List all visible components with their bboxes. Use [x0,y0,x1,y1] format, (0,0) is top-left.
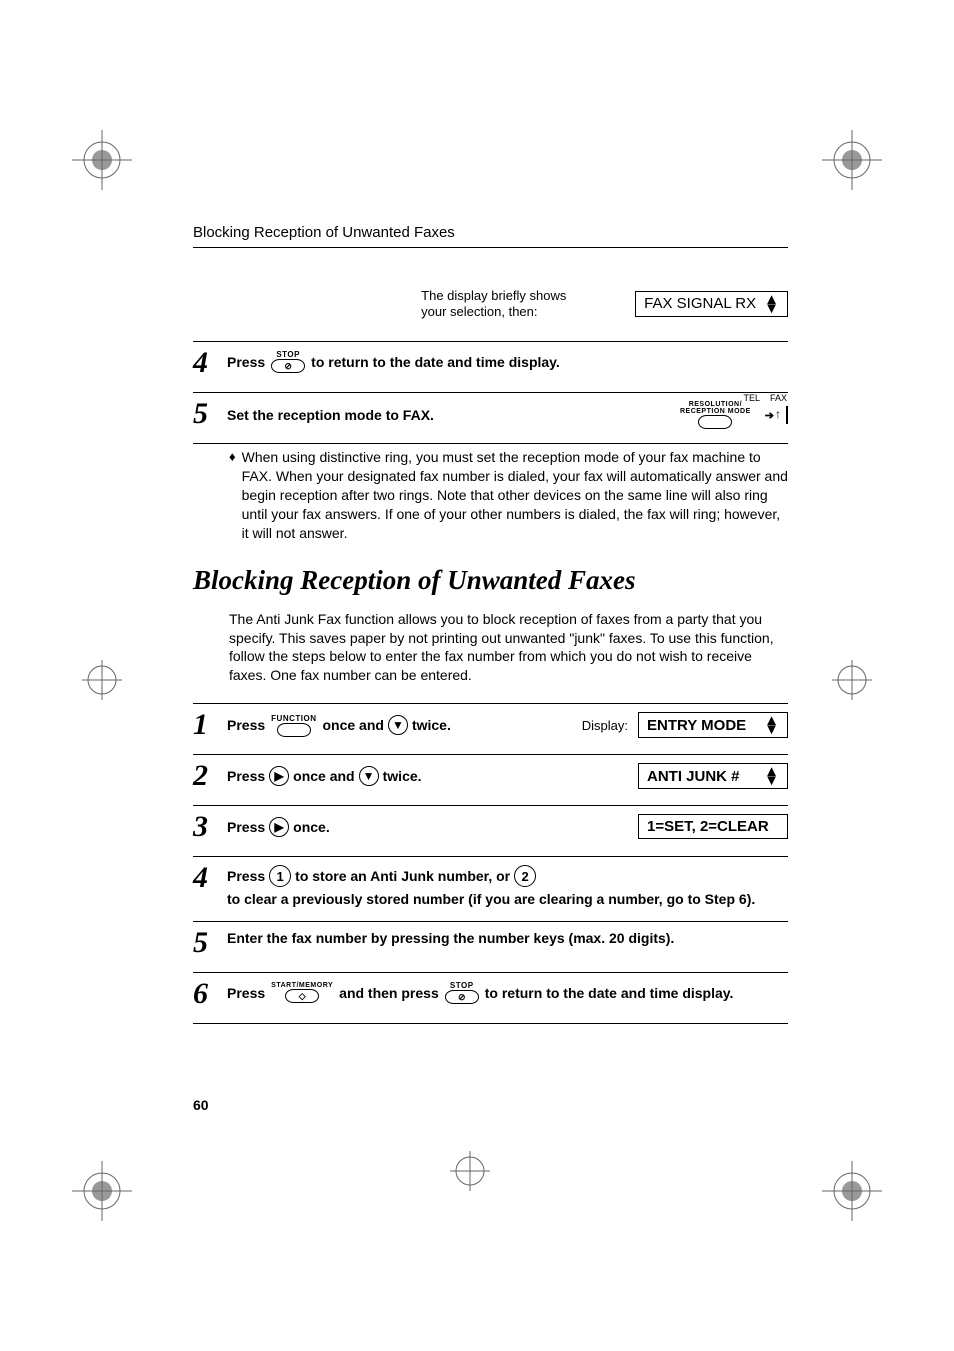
rule [193,1023,788,1024]
text: twice. [412,717,451,733]
step-number: 5 [193,399,217,429]
stop-glyph-icon: ⊘ [284,361,292,372]
function-button-icon: FUNCTION [271,714,316,737]
button-label: RECEPTION MODE [680,408,751,415]
diamond-bullet-icon: ♦ [229,448,236,542]
step-1: 1 Press FUNCTION once and ▼ twice. Displ… [193,703,788,740]
button-label: FUNCTION [271,714,316,723]
crop-mark-bot-right [802,1141,882,1221]
text: Press [227,868,265,884]
text: to return to the date and time display. [485,985,734,1001]
text: Enter the fax number by pressing the num… [227,930,674,946]
prev-step-4: 4 Press STOP ⊘ to return to the date and… [193,341,788,378]
step-number: 4 [193,863,217,893]
text: Press [227,985,265,1001]
updown-arrows-icon: ▲▼ [764,716,779,734]
text: to store an Anti Junk number, or [295,868,510,884]
stop-glyph-icon: ⊘ [458,992,466,1003]
button-label: RESOLUTION/ [689,401,742,408]
header-rule [193,247,788,248]
text: twice. [383,768,422,784]
display-label: Display: [582,718,628,733]
step-number: 3 [193,812,217,842]
step-2: 2 Press ▶ once and ▼ twice. ANTI JUNK # … [193,754,788,791]
button-label: STOP [450,981,474,990]
keypad-1-icon: 1 [269,865,291,887]
right-arrow-button-icon: ▶ [269,817,289,837]
running-header: Blocking Reception of Unwanted Faxes [193,224,788,241]
crop-mark-mid-left [72,650,132,710]
step-4: 4 Press 1 to store an Anti Junk number, … [193,856,788,907]
down-arrow-button-icon: ▼ [359,766,379,786]
display-box-mode: TELFAX ↑ [786,406,788,424]
stop-button-icon: STOP ⊘ [271,350,305,373]
text: once and [293,768,354,784]
fax-label: FAX [770,393,787,403]
updown-arrows-icon: ▲▼ [764,767,779,785]
button-label: STOP [276,350,300,359]
step-number: 2 [193,761,217,791]
section-title: Blocking Reception of Unwanted Faxes [193,565,788,596]
display-text: ENTRY MODE [647,717,746,734]
step-5: 5 Enter the fax number by pressing the n… [193,921,788,958]
step-number: 1 [193,710,217,740]
prev-display-label: The display briefly shows your selection… [421,288,621,319]
display-box-anti-junk: ANTI JUNK # ▲▼ [638,763,788,789]
step-3: 3 Press ▶ once. 1=SET, 2=CLEAR [193,805,788,842]
distinctive-ring-note: ♦ When using distinctive ring, you must … [229,448,788,542]
display-box-fax-signal: FAX SIGNAL RX ▲▼ [635,291,788,317]
text: Set the reception mode to FAX. [227,407,434,423]
crop-mark-bot-center [440,1141,500,1201]
right-arrow-button-icon: ▶ [269,766,289,786]
crop-mark-bot-left [72,1141,152,1221]
button-label: START/MEMORY [271,982,333,989]
text: Press [227,354,265,370]
prev-step-5: 5 Set the reception mode to FAX. RESOLUT… [193,392,788,429]
text: to return to the date and time display. [311,354,560,370]
display-text: ANTI JUNK # [647,768,740,785]
text: Press [227,717,265,733]
text: and then press [339,985,439,1001]
text: once. [293,819,330,835]
step-number: 5 [193,928,217,958]
display-box-entry-mode: ENTRY MODE ▲▼ [638,712,788,738]
up-arrow-icon: ↑ [775,407,781,421]
step-number: 6 [193,979,217,1009]
step-6: 6 Press START/MEMORY ◇ and then press ST… [193,972,788,1009]
step-number: 4 [193,348,217,378]
reception-mode-button-icon: RESOLUTION/ RECEPTION MODE [680,401,751,429]
crop-mark-top-right [802,130,882,210]
down-arrow-button-icon: ▼ [388,715,408,735]
display-text: FAX SIGNAL RX [644,295,756,312]
text: once and [322,717,383,733]
section-intro: The Anti Junk Fax function allows you to… [229,610,788,686]
page-number: 60 [193,1097,209,1113]
text: The display briefly shows [421,288,566,303]
display-box-set-clear: 1=SET, 2=CLEAR [638,814,788,839]
crop-mark-top-left [72,130,152,210]
start-glyph-icon: ◇ [299,991,306,1002]
text: to clear a previously stored number (if … [227,891,755,907]
text: Press [227,768,265,784]
pointer-arrow-icon: ➔ [765,409,774,422]
tel-label: TEL [743,393,760,403]
text: Press [227,819,265,835]
text: your selection, then: [421,304,537,319]
updown-arrows-icon: ▲▼ [764,295,779,313]
stop-button-icon: STOP ⊘ [445,981,479,1004]
text: When using distinctive ring, you must se… [242,448,788,542]
display-text: 1=SET, 2=CLEAR [647,818,769,835]
start-memory-button-icon: START/MEMORY ◇ [271,982,333,1003]
keypad-2-icon: 2 [514,865,536,887]
prev-display-row: The display briefly shows your selection… [193,288,788,319]
crop-mark-mid-right [822,650,882,710]
rule [193,443,788,444]
page-content: Blocking Reception of Unwanted Faxes The… [193,224,788,1024]
